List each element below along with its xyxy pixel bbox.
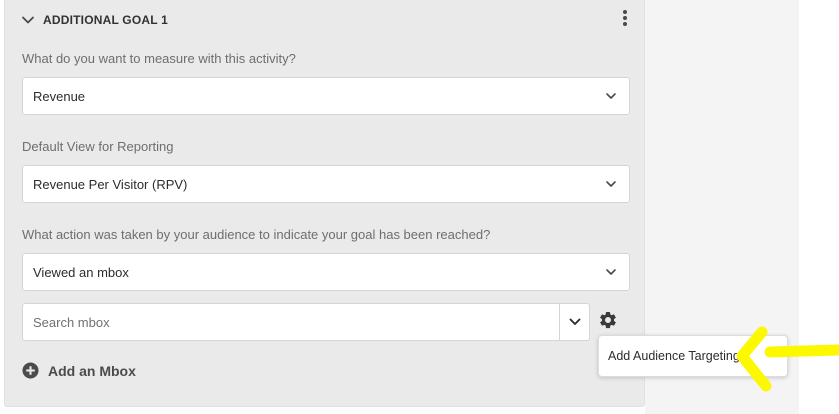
reporting-view-value: Revenue Per Visitor (RPV) [33, 176, 188, 192]
audience-action-select[interactable]: Viewed an mbox [22, 253, 630, 291]
add-mbox-button[interactable]: Add an Mbox [22, 362, 136, 379]
reporting-view-label: Default View for Reporting [22, 139, 174, 154]
measure-select[interactable]: Revenue [22, 77, 630, 115]
background-gutter [799, 0, 839, 414]
measure-label: What do you want to measure with this ac… [22, 51, 296, 66]
mbox-search-dropdown-button[interactable] [559, 304, 589, 340]
reporting-view-select[interactable]: Revenue Per Visitor (RPV) [22, 165, 630, 203]
plus-circle-icon [22, 362, 39, 379]
chevron-down-icon [606, 93, 616, 99]
more-options-icon[interactable] [617, 8, 633, 32]
chevron-down-icon [569, 318, 580, 325]
goal-panel: ADDITIONAL GOAL 1 What do you want to me… [4, 0, 645, 407]
measure-value: Revenue [33, 88, 86, 104]
goal-header-toggle[interactable]: ADDITIONAL GOAL 1 [21, 10, 168, 30]
audience-action-value: Viewed an mbox [33, 264, 129, 280]
chevron-down-icon [22, 16, 34, 24]
settings-popover: Add Audience Targeting [598, 335, 788, 377]
chevron-down-icon [606, 269, 616, 275]
gear-icon[interactable] [598, 310, 618, 330]
add-mbox-label: Add an Mbox [48, 362, 136, 379]
mbox-search-input[interactable] [23, 304, 559, 340]
add-audience-targeting-menu-item[interactable]: Add Audience Targeting [608, 349, 740, 363]
mbox-search-combobox [22, 303, 590, 341]
page: ADDITIONAL GOAL 1 What do you want to me… [0, 0, 839, 414]
chevron-down-icon [606, 181, 616, 187]
audience-action-label: What action was taken by your audience t… [22, 227, 491, 242]
goal-title: ADDITIONAL GOAL 1 [43, 13, 168, 27]
